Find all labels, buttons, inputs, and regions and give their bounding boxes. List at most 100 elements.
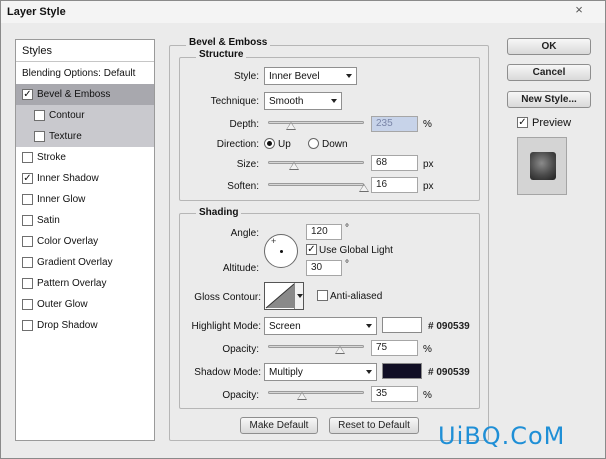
shadow-hex-label: # 090539	[428, 367, 470, 378]
style-select[interactable]: Inner Bevel	[264, 67, 357, 85]
preview-swatch	[530, 152, 556, 180]
styles-item-texture[interactable]: Texture	[16, 126, 154, 147]
depth-label: Depth:	[229, 119, 259, 130]
layer-style-dialog: Layer Style × Styles Blending Options: D…	[0, 0, 606, 459]
styles-item-label: Stroke	[37, 152, 66, 163]
styles-item-checkbox[interactable]	[34, 110, 45, 121]
direction-up-radio[interactable]	[264, 138, 275, 149]
styles-item-label: Outer Glow	[37, 299, 88, 310]
styles-item-contour[interactable]: Contour	[16, 105, 154, 126]
styles-item-pattern-overlay[interactable]: Pattern Overlay	[16, 273, 154, 294]
styles-item-inner-shadow[interactable]: ✓ Inner Shadow	[16, 168, 154, 189]
styles-item-label: Pattern Overlay	[37, 278, 107, 289]
depth-slider-thumb[interactable]	[285, 122, 296, 130]
styles-item-label: Inner Shadow	[37, 173, 99, 184]
size-slider-thumb[interactable]	[288, 162, 299, 170]
shadow-mode-label: Shadow Mode:	[194, 367, 261, 378]
styles-item-checkbox[interactable]: ✓	[22, 173, 33, 184]
styles-item-checkbox[interactable]	[22, 320, 33, 331]
chevron-down-icon	[346, 74, 352, 78]
cancel-button[interactable]: Cancel	[507, 64, 591, 81]
styles-item-checkbox[interactable]	[34, 131, 45, 142]
depth-input[interactable]: 235	[371, 116, 418, 132]
shadow-opacity-unit: %	[423, 390, 432, 401]
preview-checkbox[interactable]: ✓ Preview	[517, 117, 597, 131]
styles-item-color-overlay[interactable]: Color Overlay	[16, 231, 154, 252]
technique-select[interactable]: Smooth	[264, 92, 342, 110]
styles-item-gradient-overlay[interactable]: Gradient Overlay	[16, 252, 154, 273]
soften-unit: px	[423, 181, 434, 192]
shadow-opacity-thumb[interactable]	[296, 392, 307, 400]
highlight-opacity-track[interactable]	[268, 345, 364, 348]
shadow-color-swatch[interactable]	[382, 363, 422, 379]
highlight-opacity-input[interactable]: 75	[371, 340, 418, 356]
styles-item-checkbox[interactable]	[22, 194, 33, 205]
size-unit: px	[423, 159, 434, 170]
highlight-mode-select[interactable]: Screen	[264, 317, 377, 335]
style-label: Style:	[233, 71, 259, 82]
angle-label: Angle:	[230, 228, 259, 239]
styles-list: Styles Blending Options: Default ✓ Bevel &…	[15, 39, 155, 441]
highlight-color-swatch[interactable]	[382, 317, 422, 333]
styles-item-inner-glow[interactable]: Inner Glow	[16, 189, 154, 210]
reset-default-button[interactable]: Reset to Default	[329, 417, 419, 434]
global-light-checkbox[interactable]: ✓	[306, 244, 317, 255]
soften-slider-thumb[interactable]	[359, 184, 369, 192]
styles-item-checkbox[interactable]	[22, 236, 33, 247]
depth-slider-track[interactable]	[268, 121, 364, 124]
styles-item-label: Blending Options: Default	[22, 68, 136, 79]
highlight-mode-value: Screen	[269, 321, 301, 332]
styles-item-checkbox[interactable]	[22, 152, 33, 163]
highlight-opacity-unit: %	[423, 344, 432, 355]
styles-item-checkbox[interactable]	[22, 278, 33, 289]
styles-item-satin[interactable]: Satin	[16, 210, 154, 231]
preview-label: Preview	[532, 117, 572, 129]
depth-unit: %	[423, 119, 432, 130]
close-icon[interactable]: ×	[566, 2, 592, 18]
chevron-down-icon	[331, 99, 337, 103]
styles-header[interactable]: Styles	[16, 40, 154, 62]
ok-button[interactable]: OK	[507, 38, 591, 55]
new-style-button[interactable]: New Style...	[507, 91, 591, 108]
technique-label: Technique:	[210, 96, 259, 107]
styles-item-checkbox[interactable]	[22, 257, 33, 268]
anti-aliased-checkbox[interactable]	[317, 290, 328, 301]
styles-item-blending-options-default[interactable]: Blending Options: Default	[16, 63, 154, 84]
make-default-button[interactable]: Make Default	[240, 417, 318, 434]
soften-input[interactable]: 16	[371, 177, 418, 193]
altitude-input[interactable]: 30	[306, 260, 342, 276]
highlight-opacity-thumb[interactable]	[335, 346, 345, 354]
styles-item-checkbox[interactable]	[22, 215, 33, 226]
highlight-hex-label: # 090539	[428, 321, 470, 332]
technique-select-value: Smooth	[269, 96, 304, 107]
styles-item-label: Satin	[37, 215, 60, 226]
gloss-contour-picker[interactable]	[264, 282, 304, 310]
styles-item-label: Drop Shadow	[37, 320, 98, 331]
preview-check-icon: ✓	[517, 117, 528, 128]
highlight-mode-label: Highlight Mode:	[191, 321, 261, 332]
angle-dial-center	[280, 250, 283, 253]
styles-item-label: Inner Glow	[37, 194, 86, 205]
angle-degree: °	[345, 223, 349, 234]
angle-dial[interactable]: +	[264, 234, 298, 268]
shadow-mode-select[interactable]: Multiply	[264, 363, 377, 381]
styles-item-outer-glow[interactable]: Outer Glow	[16, 294, 154, 315]
size-input[interactable]: 68	[371, 155, 418, 171]
styles-item-stroke[interactable]: Stroke	[16, 147, 154, 168]
styles-item-checkbox[interactable]: ✓	[22, 89, 33, 100]
styles-item-checkbox[interactable]	[22, 299, 33, 310]
shadow-opacity-track[interactable]	[268, 391, 364, 394]
styles-item-bevel-emboss[interactable]: ✓ Bevel & Emboss	[16, 84, 154, 105]
size-slider-track[interactable]	[268, 161, 364, 164]
title-bar: Layer Style ×	[1, 1, 605, 23]
global-light-label: Use Global Light	[319, 245, 393, 256]
styles-item-drop-shadow[interactable]: Drop Shadow	[16, 315, 154, 336]
angle-input[interactable]: 120	[306, 224, 342, 240]
soften-label: Soften:	[227, 181, 259, 192]
contour-dropdown[interactable]	[294, 283, 303, 309]
shadow-opacity-label: Opacity:	[222, 390, 259, 401]
styles-item-label: Gradient Overlay	[37, 257, 113, 268]
shadow-opacity-input[interactable]: 35	[371, 386, 418, 402]
soften-slider-track[interactable]	[268, 183, 364, 186]
direction-down-radio[interactable]	[308, 138, 319, 149]
